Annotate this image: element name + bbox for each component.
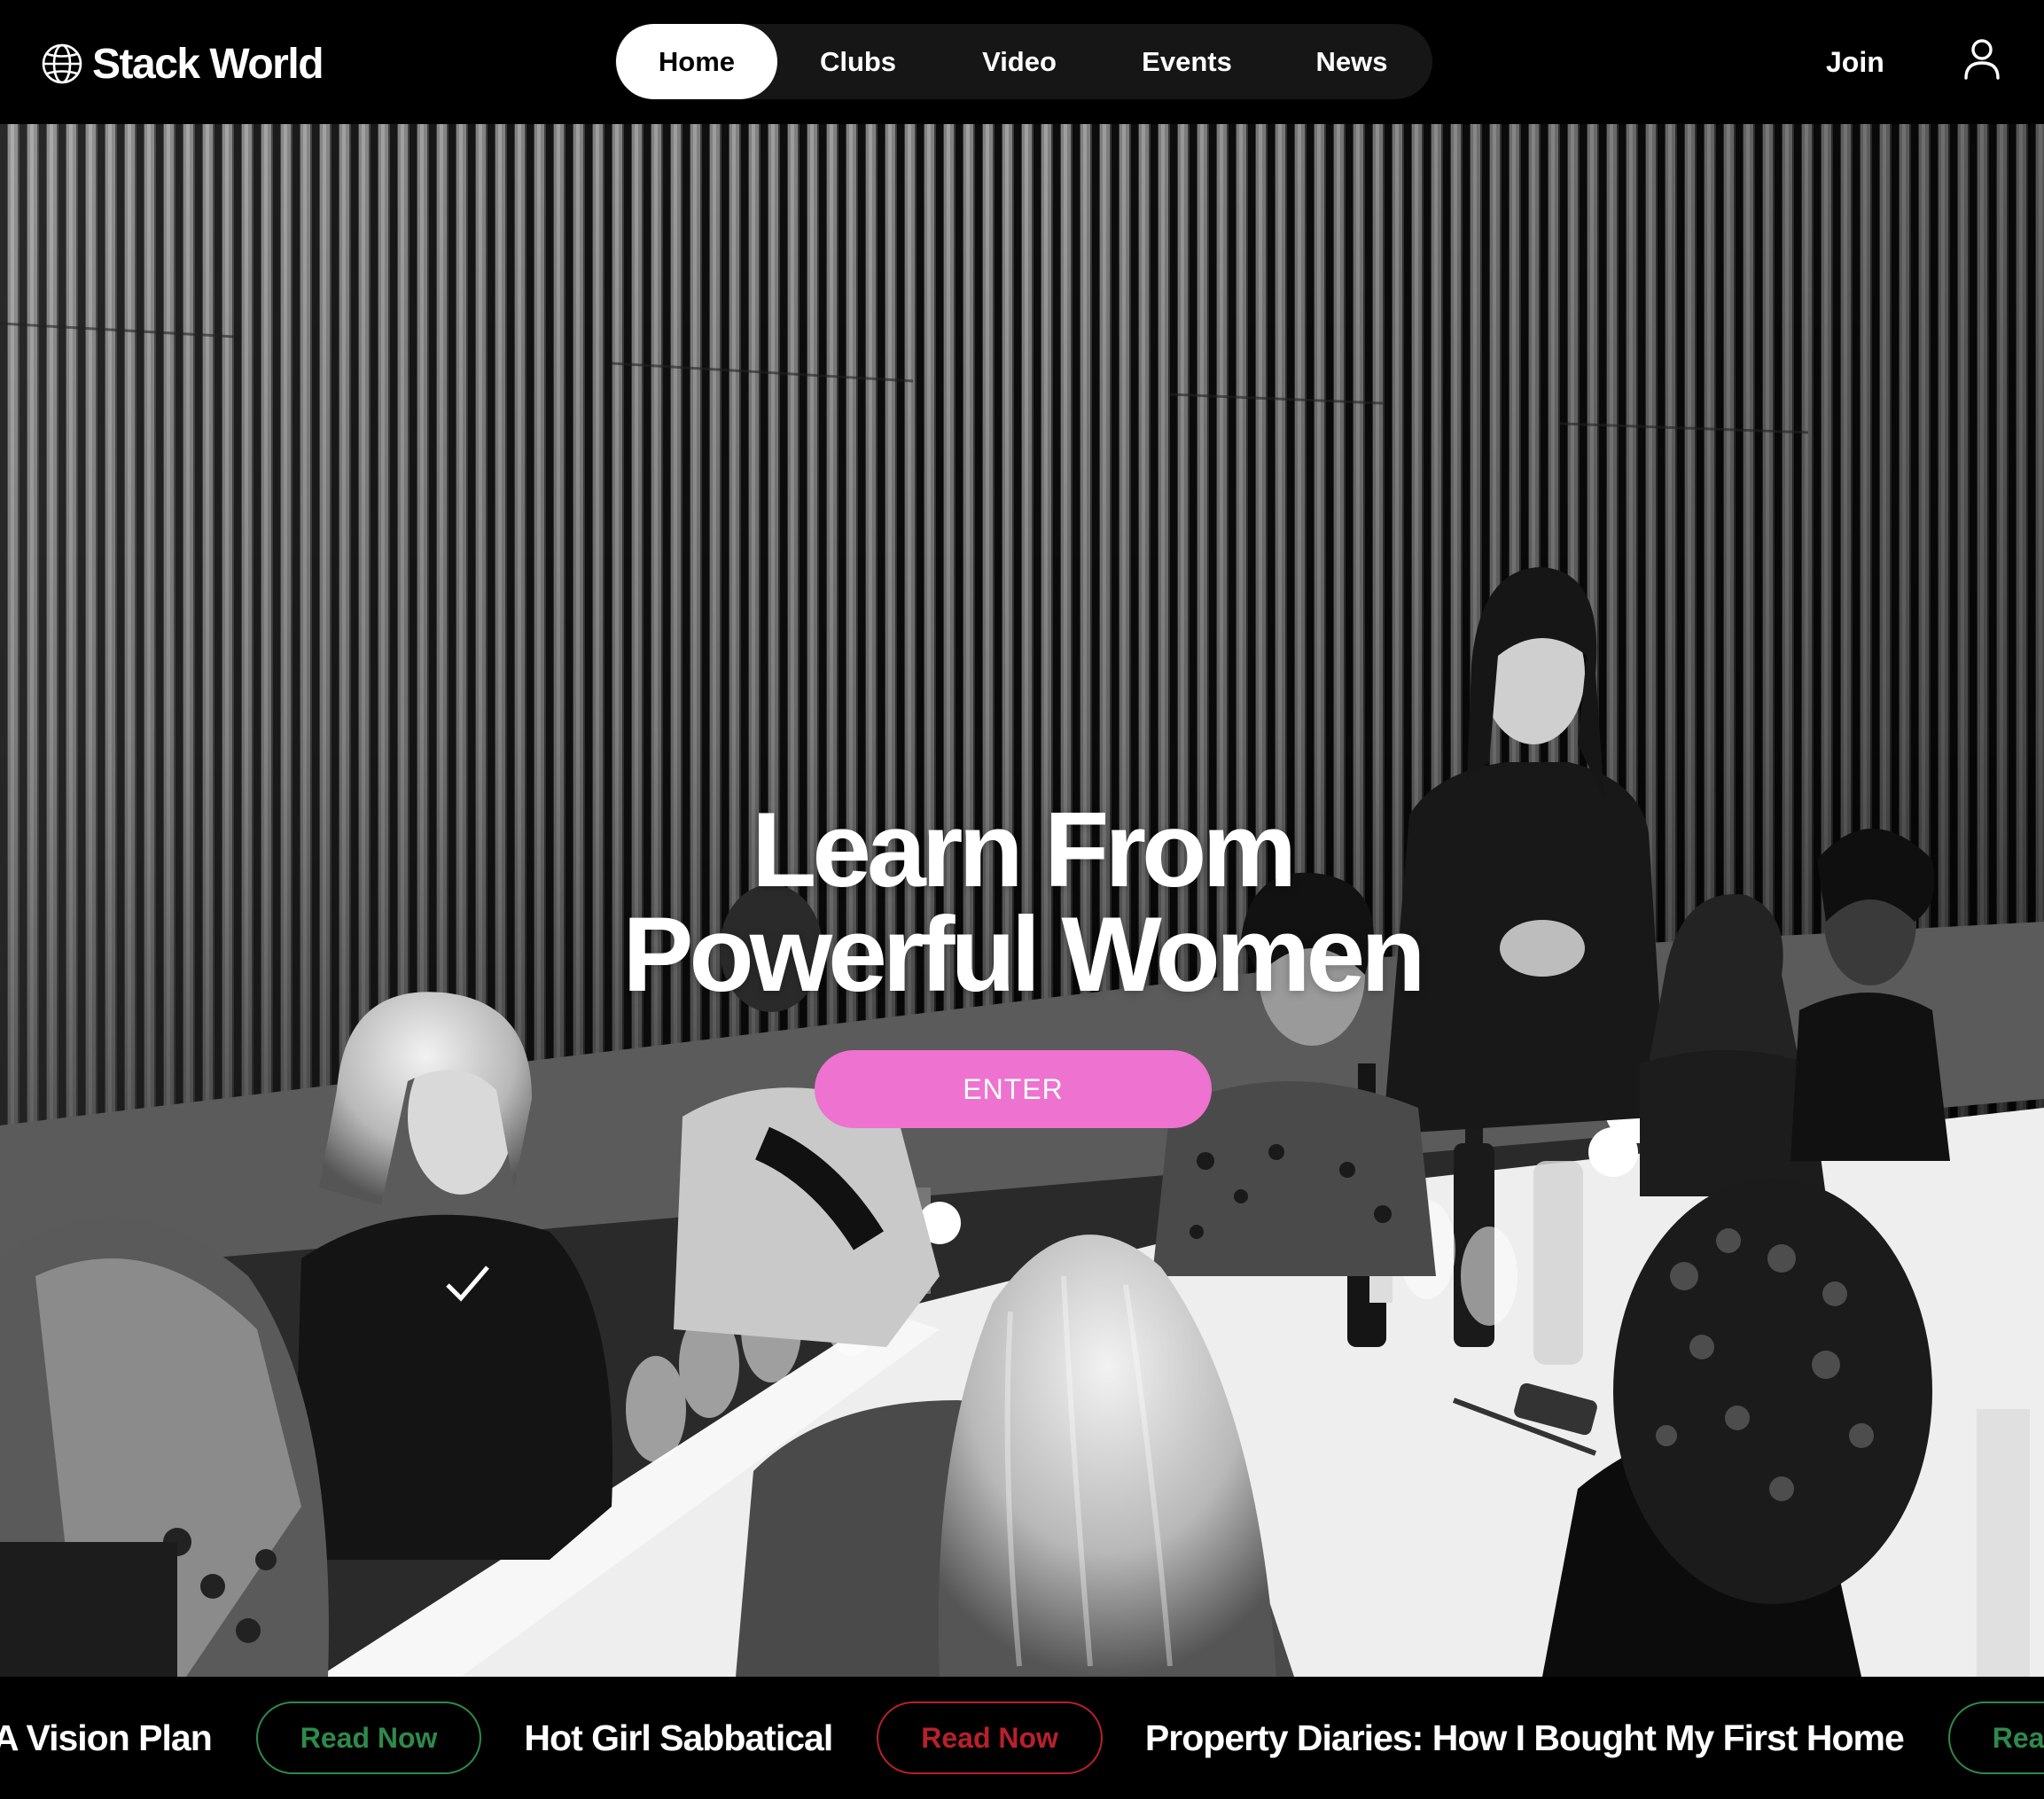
hero-headline-line2: Powerful Women <box>622 895 1425 1014</box>
nav-item-home[interactable]: Home <box>616 24 777 99</box>
user-icon[interactable] <box>1962 37 2001 82</box>
nav-item-video[interactable]: Video <box>939 24 1100 99</box>
nav-item-events[interactable]: Events <box>1100 24 1274 99</box>
hero-headline-line1: Learn From <box>751 790 1297 909</box>
top-navigation-bar: Stack World Home Clubs Video Events News… <box>0 0 2044 124</box>
read-now-button[interactable]: Read Now <box>1947 1702 2044 1774</box>
hero-headline: Learn From Powerful Women <box>0 790 2044 1014</box>
read-now-button[interactable]: Read Now <box>255 1702 482 1774</box>
main-nav: Home Clubs Video Events News <box>615 24 1432 99</box>
page: Stack World Home Clubs Video Events News… <box>0 0 2044 1799</box>
news-ticker: A Vision Plan Read Now Hot Girl Sabbatic… <box>0 1677 2044 1799</box>
enter-button[interactable]: ENTER <box>815 1050 1212 1128</box>
ticker-title: Hot Girl Sabbatical <box>524 1717 833 1758</box>
read-now-button[interactable]: Read Now <box>877 1702 1103 1774</box>
hero-section: Learn From Powerful Women ENTER <box>0 124 2044 1677</box>
ticker-title: A Vision Plan <box>0 1717 213 1758</box>
ticker-title: Property Diaries: How I Bought My First … <box>1144 1717 1905 1758</box>
brand-logo[interactable]: Stack World <box>41 37 324 90</box>
nav-item-clubs[interactable]: Clubs <box>777 24 939 99</box>
join-link[interactable]: Join <box>1826 39 1884 85</box>
brand-name: Stack World <box>92 40 324 88</box>
globe-icon <box>42 43 82 84</box>
ticker-track: A Vision Plan Read Now Hot Girl Sabbatic… <box>0 1677 2044 1799</box>
nav-item-news[interactable]: News <box>1274 24 1430 99</box>
